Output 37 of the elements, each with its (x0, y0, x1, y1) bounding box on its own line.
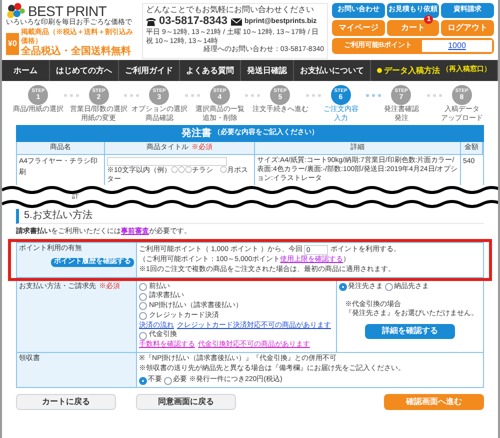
radio-button[interactable] (164, 376, 172, 385)
title-input[interactable] (107, 157, 227, 166)
radio-button[interactable] (139, 292, 147, 301)
phone-icon (146, 17, 156, 26)
step-dots (64, 94, 78, 96)
order-form-title: 発注書 (182, 126, 212, 141)
details-button[interactable]: 詳細を確認する (365, 324, 455, 339)
radio-button[interactable] (385, 282, 393, 291)
step-dots (184, 94, 200, 96)
nav-item[interactable]: ホーム (2, 60, 50, 81)
envelope-icon (230, 18, 242, 26)
brand-logo[interactable]: BEST PRINT (28, 4, 106, 18)
nav-item[interactable]: 発送日確認 (241, 60, 294, 81)
nav-button[interactable]: カートに戻る (16, 394, 116, 410)
phone-number: 03-5817-8343 (159, 15, 228, 28)
flower-logo-icon (6, 3, 26, 19)
nav-item[interactable]: ご利用ガイド (119, 60, 180, 81)
promo-text: 全品税込・全国送料無料 (20, 46, 132, 59)
nav-item[interactable]: はじめての方へ (50, 60, 119, 81)
step-dots (124, 94, 139, 96)
radio-button[interactable] (139, 282, 147, 291)
contact-headline: どんなことでもお気軽にお問い合わせください (146, 5, 315, 15)
nav-item[interactable]: お支払いについて (294, 60, 371, 81)
radio-button[interactable] (339, 282, 347, 291)
radio-button[interactable] (139, 376, 147, 385)
radio-button[interactable] (139, 302, 147, 310)
points-value[interactable]: 1000 (422, 40, 492, 52)
step-dots (366, 94, 381, 96)
step-dots (306, 94, 320, 96)
free-shipping-badge: ¥0 (6, 32, 19, 55)
radio-button[interactable] (139, 312, 147, 320)
step-dots (245, 94, 260, 96)
nav-item[interactable]: よくある質問 (180, 60, 241, 81)
step-dots (426, 94, 442, 96)
section-title: 5.お支払い方法 (24, 208, 92, 223)
radio-button[interactable] (139, 332, 147, 340)
nav-button[interactable]: 同意画面に戻る (136, 394, 236, 410)
